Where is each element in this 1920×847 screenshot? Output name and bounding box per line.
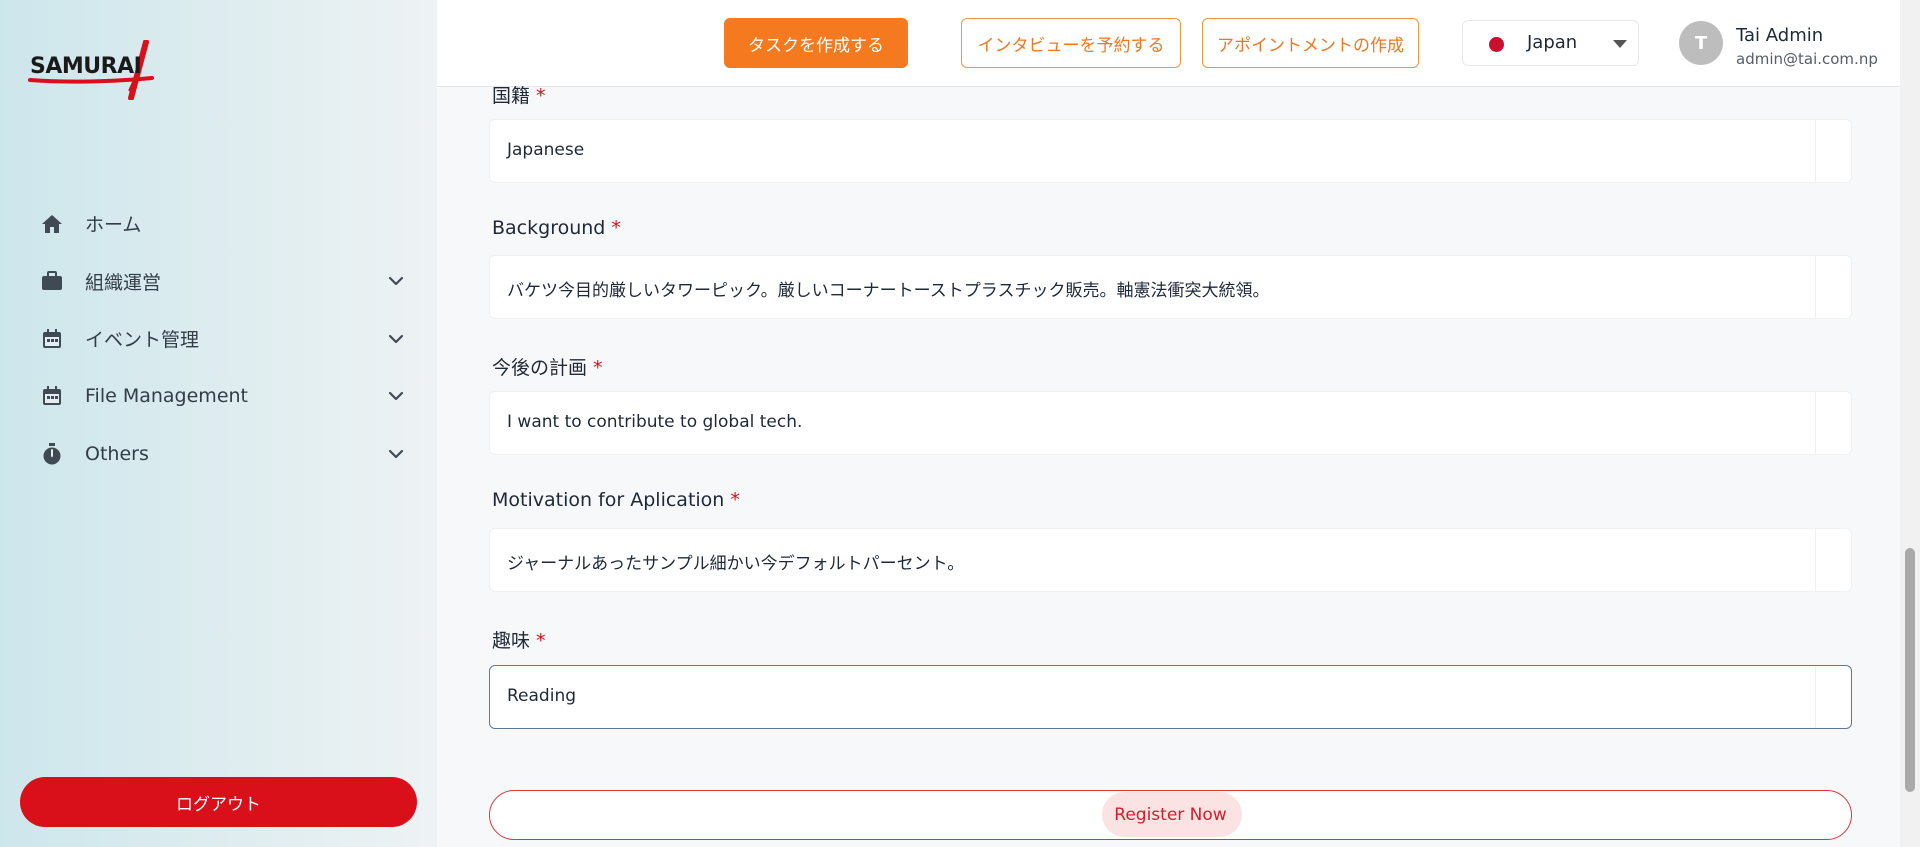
caret-down-icon [1613,40,1627,48]
schedule-interview-button[interactable]: インタビューを予約する [961,18,1181,68]
hobby-field[interactable]: Reading [489,665,1852,729]
field-value: Japanese [507,140,585,160]
required-asterisk: * [611,217,621,239]
create-task-button[interactable]: タスクを作成する [724,18,908,68]
create-appointment-button[interactable]: アポイントメントの作成 [1202,18,1419,68]
samurai-logo[interactable]: SAMURAI [28,40,163,100]
field-side-area [1815,529,1851,591]
sidebar-item-label: イベント管理 [85,329,200,352]
future-plan-field[interactable]: I want to contribute to global tech. [489,391,1852,455]
required-asterisk: * [536,85,546,107]
chevron-down-icon[interactable] [384,384,408,408]
required-asterisk: * [593,357,603,379]
field-label-background: Background * [492,217,621,239]
register-now-button[interactable]: Register Now [489,790,1852,840]
chevron-down-icon[interactable] [384,269,408,293]
chevron-down-icon[interactable] [384,442,408,466]
field-side-area [1815,256,1851,318]
country-select-value: Japan [1527,32,1578,53]
briefcase-icon [40,269,64,293]
sidebar-item-events[interactable]: イベント管理 [0,310,437,368]
sidebar-item-label: Others [85,442,149,465]
field-side-area [1815,666,1851,728]
stopwatch-icon [40,442,64,466]
page-scrollbar[interactable] [1900,0,1920,847]
field-label-hobby: 趣味 * [492,630,546,652]
calendar-icon [40,384,64,408]
user-email: admin@tai.com.np [1736,50,1878,68]
country-select[interactable]: Japan [1462,20,1639,66]
sidebar-nav: ホーム 組織運営 イベント管理 File Management Others [0,195,437,483]
field-value: I want to contribute to global tech. [507,412,803,432]
sidebar-item-others[interactable]: Others [0,425,437,483]
register-now-label: Register Now [1114,805,1227,825]
field-side-area [1815,392,1851,454]
field-label-nationality: 国籍 * [492,85,546,107]
background-field[interactable]: バケツ今目的厳しいタワーピック。厳しいコーナートーストプラスチック販売。軸憲法衝… [489,255,1852,319]
field-side-area [1815,120,1851,182]
sidebar-item-label: File Management [85,385,248,408]
japan-flag-icon [1489,37,1504,52]
motivation-field[interactable]: ジャーナルあったサンプル細かい今デフォルトパーセント。 [489,528,1852,592]
home-icon [40,212,64,236]
sidebar: SAMURAI ホーム 組織運営 イベント管理 File Management … [0,0,437,847]
logout-button[interactable]: ログアウト [20,777,417,827]
field-label-motivation: Motivation for Aplication * [492,489,740,511]
registration-form: 国籍 * Japanese Background * バケツ今目的厳しいタワーピック… [437,85,1900,847]
user-name: Tai Admin [1736,25,1824,46]
nationality-field[interactable]: Japanese [489,119,1852,183]
field-value: バケツ今目的厳しいタワーピック。厳しいコーナートーストプラスチック販売。軸憲法衝… [507,281,1270,301]
sidebar-item-file-management[interactable]: File Management [0,368,437,426]
sidebar-item-organization[interactable]: 組織運営 [0,253,437,311]
field-value: Reading [507,686,577,706]
logo-text: SAMURAI [30,54,142,79]
top-header: タスクを作成する インタビューを予約する アポイントメントの作成 Japan T… [437,0,1900,87]
sidebar-item-label: 組織運営 [85,271,162,294]
avatar[interactable]: T [1679,21,1723,65]
sidebar-item-home[interactable]: ホーム [0,195,437,253]
sidebar-item-label: ホーム [85,214,142,237]
scrollbar-thumb[interactable] [1905,548,1915,792]
chevron-down-icon[interactable] [384,327,408,351]
required-asterisk: * [730,489,740,511]
field-label-future-plan: 今後の計画 * [492,357,603,379]
field-value: ジャーナルあったサンプル細かい今デフォルトパーセント。 [507,554,965,574]
calendar-icon [40,327,64,351]
required-asterisk: * [536,630,546,652]
